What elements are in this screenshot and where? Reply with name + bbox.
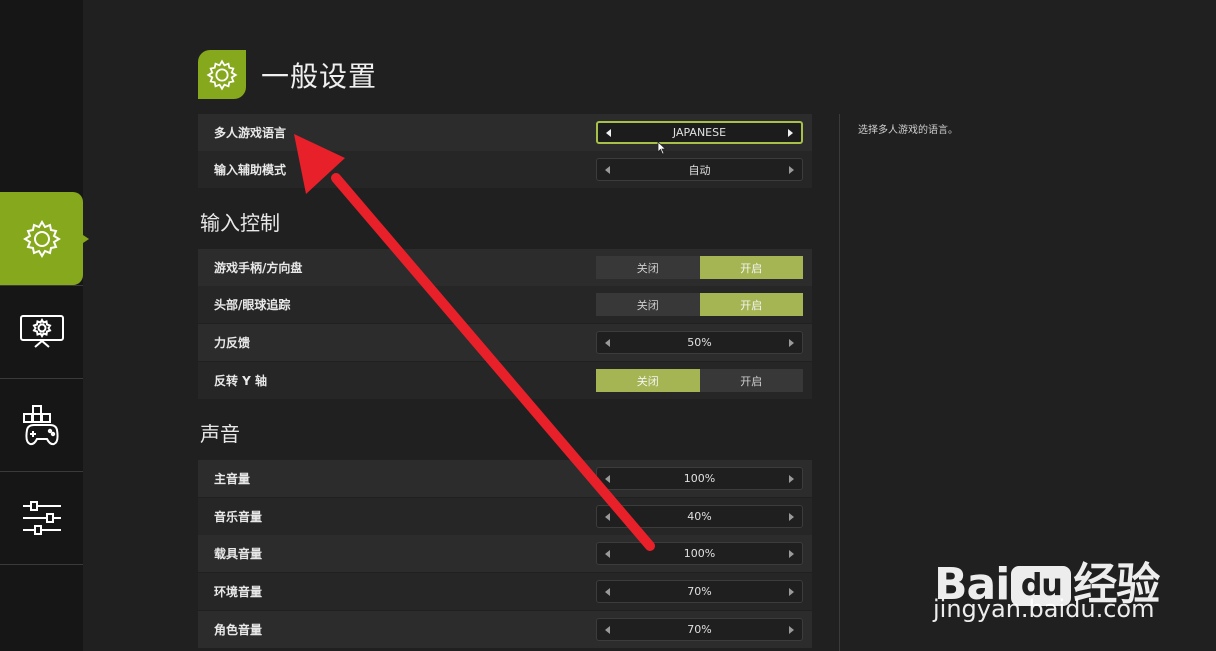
gamepad-icon xyxy=(22,405,59,446)
sidebar-item-controls[interactable] xyxy=(0,378,83,471)
setting-character-volume[interactable]: 角色音量 70% xyxy=(198,611,812,648)
ambient-volume-selector[interactable]: 70% xyxy=(596,580,803,603)
selector-value: 40% xyxy=(687,510,712,523)
force-feedback-selector[interactable]: 50% xyxy=(596,331,803,354)
selector-value: 100% xyxy=(683,547,716,560)
page-title: 一般设置 xyxy=(261,59,378,93)
setting-head-tracking[interactable]: 头部/眼球追踪 关闭 开启 xyxy=(198,286,812,323)
multiplayer-language-selector[interactable]: JAPANESE xyxy=(596,121,803,144)
gamepad-toggle[interactable]: 关闭 开启 xyxy=(596,256,803,279)
arrow-right-icon[interactable] xyxy=(789,338,794,347)
toggle-off[interactable]: 关闭 xyxy=(596,293,700,316)
setting-force-feedback[interactable]: 力反馈 50% xyxy=(198,324,812,361)
arrow-right-icon[interactable] xyxy=(789,474,794,483)
input-assist-selector[interactable]: 自动 xyxy=(596,158,803,181)
cursor-icon xyxy=(657,141,667,155)
sidebar-item-display[interactable] xyxy=(0,285,83,378)
setting-multiplayer-language[interactable]: 多人游戏语言 JAPANESE xyxy=(198,114,812,151)
settings-screen: 一般设置 多人游戏语言 JAPANESE 输入辅助模式 自动 游戏手柄/方向盘 … xyxy=(0,0,1216,651)
gear-icon xyxy=(22,219,61,258)
head-tracking-toggle[interactable]: 关闭 开启 xyxy=(596,293,803,316)
arrow-right-icon[interactable] xyxy=(788,128,793,137)
sidebar-item-general[interactable] xyxy=(0,192,89,285)
selector-value: 70% xyxy=(687,585,712,598)
selector-value: 自动 xyxy=(688,163,711,177)
description-divider xyxy=(839,114,840,651)
selector-value: 50% xyxy=(687,336,712,349)
selector-value: JAPANESE xyxy=(672,126,727,139)
arrow-right-icon[interactable] xyxy=(789,549,794,558)
monitor-gear-icon xyxy=(19,315,64,348)
setting-label: 环境音量 xyxy=(214,585,263,599)
setting-label: 载具音量 xyxy=(214,547,263,561)
sidebar-item-advanced[interactable] xyxy=(0,471,83,564)
arrow-left-icon[interactable] xyxy=(606,128,611,137)
invert-y-toggle[interactable]: 关闭 开启 xyxy=(596,369,803,392)
setting-label: 音乐音量 xyxy=(214,510,263,524)
setting-label: 输入辅助模式 xyxy=(214,163,287,177)
toggle-on[interactable]: 开启 xyxy=(699,293,803,316)
setting-input-assist[interactable]: 输入辅助模式 自动 xyxy=(198,151,812,188)
setting-gamepad[interactable]: 游戏手柄/方向盘 关闭 开启 xyxy=(198,249,812,286)
character-volume-selector[interactable]: 70% xyxy=(596,618,803,641)
setting-label: 主音量 xyxy=(214,472,251,486)
arrow-left-icon[interactable] xyxy=(605,512,610,521)
watermark-url: jingyan.baidu.com xyxy=(933,595,1155,623)
page-header: 一般设置 xyxy=(198,50,377,99)
arrow-left-icon[interactable] xyxy=(605,474,610,483)
music-volume-selector[interactable]: 40% xyxy=(596,505,803,528)
arrow-right-icon[interactable] xyxy=(789,512,794,521)
setting-master-volume[interactable]: 主音量 100% xyxy=(198,460,812,497)
setting-label: 力反馈 xyxy=(214,336,251,350)
vehicle-volume-selector[interactable]: 100% xyxy=(596,542,803,565)
setting-label: 反转 Y 轴 xyxy=(214,374,268,388)
arrow-left-icon[interactable] xyxy=(605,587,610,596)
selector-value: 100% xyxy=(683,472,716,485)
sidebar-divider xyxy=(0,564,83,565)
arrow-right-icon[interactable] xyxy=(789,165,794,174)
arrow-right-icon[interactable] xyxy=(789,587,794,596)
setting-label: 游戏手柄/方向盘 xyxy=(214,261,303,275)
setting-label: 多人游戏语言 xyxy=(214,126,287,140)
setting-description: 选择多人游戏的语言。 xyxy=(858,125,958,136)
arrow-left-icon[interactable] xyxy=(605,338,610,347)
arrow-left-icon[interactable] xyxy=(605,625,610,634)
toggle-off[interactable]: 关闭 xyxy=(596,369,700,392)
gear-icon xyxy=(198,50,246,99)
setting-vehicle-volume[interactable]: 载具音量 100% xyxy=(198,535,812,572)
section-title-input: 输入控制 xyxy=(200,211,280,235)
setting-label: 角色音量 xyxy=(214,623,263,637)
toggle-on[interactable]: 开启 xyxy=(699,369,803,392)
setting-label: 头部/眼球追踪 xyxy=(214,298,291,312)
sidebar xyxy=(0,0,89,651)
sliders-icon xyxy=(22,501,61,535)
toggle-on[interactable]: 开启 xyxy=(699,256,803,279)
selector-value: 70% xyxy=(687,623,712,636)
setting-music-volume[interactable]: 音乐音量 40% xyxy=(198,498,812,535)
arrow-right-icon[interactable] xyxy=(789,625,794,634)
master-volume-selector[interactable]: 100% xyxy=(596,467,803,490)
setting-invert-y[interactable]: 反转 Y 轴 关闭 开启 xyxy=(198,362,812,399)
section-title-sound: 声音 xyxy=(200,422,240,446)
setting-ambient-volume[interactable]: 环境音量 70% xyxy=(198,573,812,610)
arrow-left-icon[interactable] xyxy=(605,549,610,558)
toggle-off[interactable]: 关闭 xyxy=(596,256,700,279)
arrow-left-icon[interactable] xyxy=(605,165,610,174)
